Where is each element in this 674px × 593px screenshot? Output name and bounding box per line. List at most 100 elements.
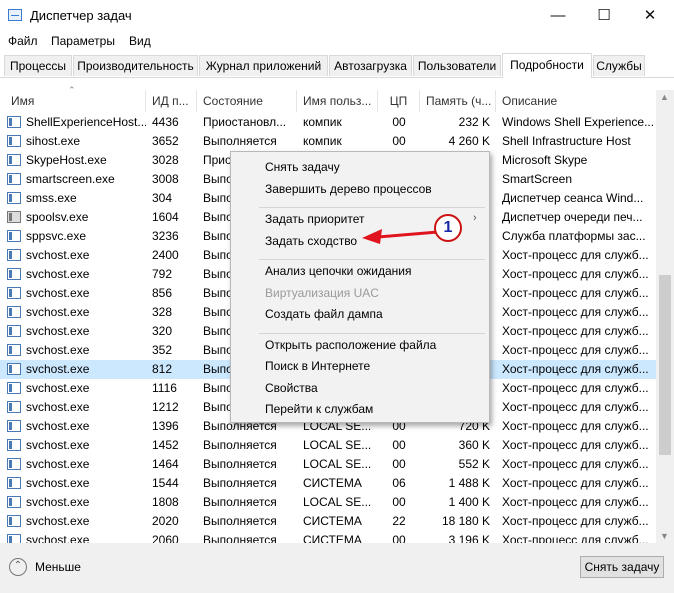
process-icon [7, 344, 21, 356]
header-memory[interactable]: Память (ч... [420, 90, 496, 112]
end-task-button[interactable]: Снять задачу [580, 556, 664, 578]
cell-desc: Хост-процесс для служб... [502, 305, 649, 319]
header-name[interactable]: Имя [5, 90, 146, 112]
cell-user: компик [303, 115, 342, 129]
scroll-down-icon[interactable]: ▼ [660, 531, 669, 541]
header-cpu[interactable]: ЦП [378, 90, 420, 112]
cell-desc: Хост-процесс для служб... [502, 400, 649, 414]
table-row[interactable]: svchost.exe 1544 Выполняется СИСТЕМА 06 1 488… [0, 474, 656, 493]
context-item-end-process-tree[interactable]: Завершить дерево процессов [265, 182, 432, 196]
header-state[interactable]: Состояние [197, 90, 297, 112]
cell-user: СИСТЕМА [303, 476, 362, 490]
less-details-link[interactable]: Меньше [35, 560, 81, 574]
context-item-end-task[interactable]: Снять задачу [265, 160, 340, 174]
cell-name: svchost.exe [26, 514, 90, 528]
tab-services[interactable]: Службы [593, 55, 645, 76]
cell-user: СИСТЕМА [303, 533, 362, 543]
header-description[interactable]: Описание [496, 90, 656, 112]
cell-name: ShellExperienceHost... [26, 115, 146, 129]
context-item-set-affinity[interactable]: Задать сходство [265, 234, 357, 248]
task-manager-icon [8, 9, 22, 21]
menu-file[interactable]: Файл [8, 34, 38, 48]
context-item-set-priority[interactable]: Задать приоритет [265, 212, 364, 226]
cell-state: Выполняется [203, 457, 277, 471]
table-row[interactable]: svchost.exe 1452 Выполняется LOCAL SE... 00 3… [0, 436, 656, 455]
cell-name: svchost.exe [26, 324, 90, 338]
cell-mem: 232 K [458, 115, 490, 129]
cell-name: spoolsv.exe [26, 210, 89, 224]
context-item-properties[interactable]: Свойства [265, 381, 318, 395]
cell-desc: Хост-процесс для служб... [502, 457, 649, 471]
cell-desc: Хост-процесс для служб... [502, 495, 649, 509]
cell-cpu: 00 [392, 457, 406, 471]
process-icon [7, 534, 21, 543]
cell-name: svchost.exe [26, 248, 90, 262]
cell-pid: 1396 [152, 419, 179, 433]
cell-pid: 3652 [152, 134, 179, 148]
cell-pid: 1212 [152, 400, 179, 414]
cell-name: SkypeHost.exe [26, 153, 107, 167]
footer: ⌃ Меньше Снять задачу [0, 549, 674, 593]
menu-separator [259, 207, 485, 208]
cell-desc: Хост-процесс для служб... [502, 286, 649, 300]
menu-view[interactable]: Вид [129, 34, 151, 48]
minimize-button[interactable]: — [535, 0, 581, 32]
cell-desc: Хост-процесс для служб... [502, 248, 649, 262]
title-bar: Диспетчер задач — ☐ ✕ [0, 0, 674, 32]
table-row[interactable]: svchost.exe 1808 Выполняется LOCAL SE... 00 1… [0, 493, 656, 512]
table-row[interactable]: svchost.exe 1464 Выполняется LOCAL SE... 00 5… [0, 455, 656, 474]
menu-separator [259, 259, 485, 260]
cell-pid: 328 [152, 305, 173, 319]
cell-pid: 320 [152, 324, 173, 338]
cell-name: sppsvc.exe [26, 229, 87, 243]
cell-desc: Хост-процесс для служб... [502, 514, 649, 528]
process-icon [7, 420, 21, 432]
table-row[interactable]: svchost.exe 2020 Выполняется СИСТЕМА 22 18 18… [0, 512, 656, 531]
close-button[interactable]: ✕ [627, 0, 673, 32]
cell-desc: SmartScreen [502, 172, 573, 186]
tab-details[interactable]: Подробности [502, 53, 592, 78]
cell-desc: Хост-процесс для служб... [502, 533, 649, 543]
tab-app-history[interactable]: Журнал приложений [199, 55, 328, 76]
process-icon [7, 173, 21, 185]
cell-desc: Shell Infrastructure Host [502, 134, 631, 148]
column-headers: Имя ИД п... Состояние Имя польз... ЦП Па… [0, 90, 656, 112]
cell-desc: Хост-процесс для служб... [502, 324, 649, 338]
cell-desc: Хост-процесс для служб... [502, 267, 649, 281]
scroll-up-icon[interactable]: ▲ [660, 92, 669, 102]
cell-user: LOCAL SE... [303, 438, 372, 452]
tab-users[interactable]: Пользователи [413, 55, 501, 76]
window-title: Диспетчер задач [30, 8, 132, 23]
cell-name: svchost.exe [26, 457, 90, 471]
scroll-thumb[interactable] [659, 275, 671, 455]
process-icon [7, 496, 21, 508]
cell-name: svchost.exe [26, 533, 90, 543]
tab-strip: Процессы Производительность Журнал прило… [0, 53, 674, 78]
context-item-create-dump-file[interactable]: Создать файл дампа [265, 307, 383, 321]
context-item-search-online[interactable]: Поиск в Интернете [265, 359, 370, 373]
tab-processes[interactable]: Процессы [4, 55, 72, 76]
cell-pid: 856 [152, 286, 173, 300]
header-user[interactable]: Имя польз... [297, 90, 378, 112]
menu-separator [259, 332, 485, 334]
cell-pid: 812 [152, 362, 173, 376]
chevron-up-icon[interactable]: ⌃ [9, 558, 27, 576]
context-item-analyze-wait-chain[interactable]: Анализ цепочки ожидания [265, 264, 411, 278]
tab-performance[interactable]: Производительность [73, 55, 198, 76]
vertical-scrollbar[interactable]: ▲ ▼ [656, 90, 674, 543]
context-item-go-to-services[interactable]: Перейти к службам [265, 402, 373, 416]
cell-user: СИСТЕМА [303, 514, 362, 528]
tab-startup[interactable]: Автозагрузка [329, 55, 412, 76]
cell-name: svchost.exe [26, 381, 90, 395]
cell-pid: 4436 [152, 115, 179, 129]
table-row[interactable]: ShellExperienceHost... 4436 Приостановл...… [0, 113, 656, 132]
header-pid[interactable]: ИД п... [146, 90, 197, 112]
table-row[interactable]: svchost.exe 2060 Выполняется СИСТЕМА 00 3 196… [0, 531, 656, 543]
cell-pid: 1604 [152, 210, 179, 224]
process-icon [7, 249, 21, 261]
context-item-open-file-location[interactable]: Открыть расположение файла [265, 338, 436, 352]
maximize-button[interactable]: ☐ [581, 0, 627, 32]
cell-cpu: 00 [392, 115, 406, 129]
menu-options[interactable]: Параметры [51, 34, 115, 48]
table-row[interactable]: sihost.exe 3652 Выполняется компик 00 4 260 K… [0, 132, 656, 151]
